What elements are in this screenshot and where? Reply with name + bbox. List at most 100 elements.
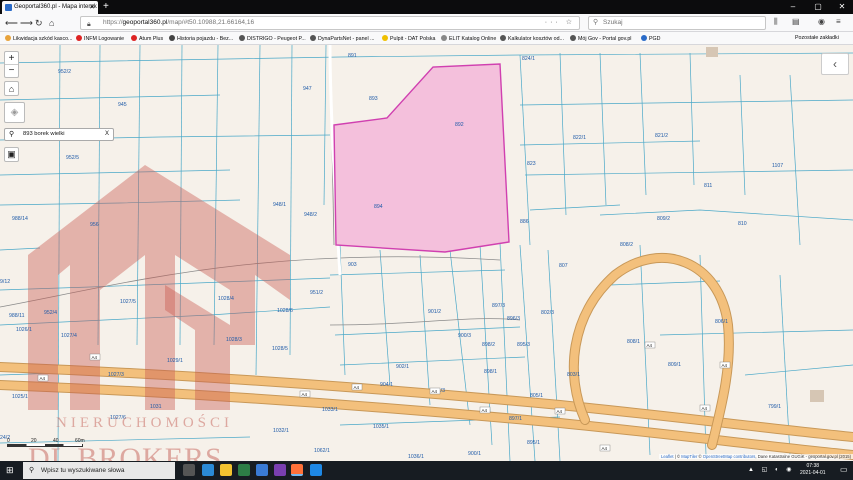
navigation-bar: ⟵ ⟶ ↻ ⌂ 🔒︎ https://geoportal360.pl/map/#… [0, 14, 853, 32]
bookmark-item[interactable]: Historia pojazdu - Bez... [169, 35, 233, 42]
bookmark-item[interactable]: Kalkulator kosztów od... [500, 35, 564, 42]
bookmark-item[interactable]: Pulpit - DAT Polska [382, 35, 435, 42]
parcel-label: 903 [348, 262, 357, 268]
taskbar-search[interactable]: ⚲ Wpisz tu wyszukiwane słowa [23, 462, 175, 479]
parcel-label: 808/2 [620, 242, 633, 248]
road-shield-label: A4 [719, 361, 731, 369]
app-icon[interactable] [256, 464, 268, 476]
parcel-label: 952/5 [66, 155, 79, 161]
lock-icon: 🔒︎ [87, 21, 91, 28]
app-icon[interactable] [238, 464, 250, 476]
map-canvas[interactable]: 891 952/2 947 945 893 824/1 892 952/5 822/1 821/2… [0, 45, 853, 461]
browser-tab[interactable]: Geoportal360.pl - Mapa interak ✕ [2, 1, 98, 14]
minimize-button[interactable]: – [781, 0, 805, 14]
parcel-label: 799/1 [768, 404, 781, 410]
url-path: /map/#t50.10988,21.66164,16 [167, 19, 255, 26]
close-window-button[interactable]: ✕ [830, 0, 853, 14]
parcel-label: 893 [369, 96, 378, 102]
bookmark-item[interactable]: INFM Logowanie [76, 35, 124, 42]
layers-button[interactable]: ◈ [4, 102, 25, 123]
road-shield-text: A4 [354, 385, 360, 390]
road-shield-label: A4 [37, 374, 49, 382]
bookmark-item[interactable]: Atum Plus [131, 35, 163, 42]
other-bookmarks[interactable]: Pozostałe zakładki [795, 35, 839, 41]
sidebar-icon[interactable]: ▤ [792, 17, 800, 26]
parcel-label: 945 [118, 102, 127, 108]
bookmark-item[interactable]: ELIT Katalog Online [441, 35, 496, 42]
road-shield-label: A4 [479, 406, 491, 414]
page-actions-icon[interactable]: ··· ☆ [545, 17, 575, 29]
highlighted-parcel[interactable] [333, 63, 510, 253]
close-tab-icon[interactable]: ✕ [89, 1, 95, 14]
road-shield-text: A4 [647, 343, 653, 348]
url-prefix: https:// [103, 19, 123, 26]
edge-new-icon[interactable] [310, 464, 322, 476]
url-domain: geoportal360.pl [122, 19, 168, 26]
road-shield-text: A4 [482, 408, 488, 413]
home-icon: ⌂ [8, 84, 15, 94]
bookmark-icon [641, 35, 647, 41]
bookmark-item[interactable]: DynaPartsNet - panel ... [310, 35, 375, 42]
scale-label: 60m [75, 438, 85, 444]
parcel-label: 952/2 [58, 69, 71, 75]
parcel-label: 896/3 [507, 316, 520, 322]
task-view-icon[interactable] [183, 464, 195, 476]
tab-title: Geoportal360.pl - Mapa interak [14, 4, 97, 10]
bookmarks-bar: Likwidacja szkód kasco... INFM Logowanie… [0, 32, 853, 45]
menu-icon[interactable]: ≡ [836, 17, 841, 26]
firefox-icon[interactable] [291, 464, 303, 476]
reload-icon[interactable]: ↻ [35, 17, 43, 29]
clock[interactable]: 07:38 2021-04-01 [800, 463, 826, 477]
map-attribution: Leaflet | © MapTiler © OpenStreetMap con… [658, 454, 853, 459]
attribution-link[interactable]: Leaflet [661, 454, 674, 459]
bookmark-item[interactable]: Mój Gov - Portal gov.pl [570, 35, 631, 42]
back-icon[interactable]: ⟵ [5, 17, 18, 29]
parcel-search-input[interactable]: ⚲ 893 borek wielki X [4, 128, 114, 141]
library-icon[interactable]: ⫼ [774, 17, 778, 27]
forward-icon[interactable]: ⟶ [20, 17, 33, 29]
notifications-icon[interactable]: ▭ [840, 465, 848, 474]
parcel-label: 807 [559, 263, 568, 269]
road-shield-text: A4 [702, 406, 708, 411]
road-shield-text: A4 [40, 376, 46, 381]
parcel-label: 895/3 [517, 342, 530, 348]
bookmark-icon [382, 35, 388, 41]
maximize-button[interactable]: ▢ [806, 0, 830, 14]
fullscreen-button[interactable]: ▣ [4, 147, 19, 162]
parcel-label: 1028/5 [272, 346, 288, 352]
browser-search-field[interactable]: ⚲ Szukaj [588, 16, 766, 30]
windows-start-icon[interactable]: ⊞ [6, 465, 17, 476]
bookmark-item[interactable]: Likwidacja szkód kasco... [5, 35, 72, 42]
search-icon: ⚲ [593, 19, 599, 26]
system-tray-icons[interactable]: ▲ ◱ ◐ ◉ [748, 466, 794, 473]
bookmark-icon [500, 35, 506, 41]
home-view-button[interactable]: ⌂ [4, 81, 19, 96]
account-icon[interactable]: ◉ [818, 17, 825, 26]
parcel-label: 948/2 [304, 212, 317, 218]
panel-toggle-button[interactable]: ‹ [821, 53, 849, 75]
zoom-in-button[interactable]: + [5, 52, 18, 65]
parcel-search-value: 893 borek wielki [23, 131, 65, 137]
app-icon[interactable] [274, 464, 286, 476]
edge-icon[interactable] [202, 464, 214, 476]
bookmark-item[interactable]: PGD [641, 35, 660, 42]
file-explorer-icon[interactable] [220, 464, 232, 476]
parcel-label: 1028/3 [226, 337, 242, 343]
home-icon[interactable]: ⌂ [49, 17, 54, 29]
parcel-label: 810 [738, 221, 747, 227]
road-shield-text: A4 [92, 355, 98, 360]
url-bar[interactable]: 🔒︎ https://geoportal360.pl/map/#t50.1098… [80, 16, 580, 30]
attribution-link[interactable]: OpenStreetMap contributors [703, 454, 756, 459]
clear-search-icon[interactable]: X [105, 129, 109, 140]
parcel-label: 956 [90, 222, 99, 228]
map-view[interactable]: 891 952/2 947 945 893 824/1 892 952/5 822/1 821/2… [0, 45, 853, 461]
parcel-label: 821/2 [655, 133, 668, 139]
attribution-link[interactable]: MapTiler [681, 454, 697, 459]
zoom-out-button[interactable]: − [5, 65, 18, 78]
parcel-label: 1036/1 [408, 454, 424, 460]
new-tab-button[interactable]: + [103, 0, 109, 14]
parcel-label: 1025/1 [12, 394, 28, 400]
bookmark-item[interactable]: DISTRIGO - Peugeot P... [239, 35, 306, 42]
parcel-label: 1027/3 [108, 372, 124, 378]
road-shield-label: A4 [429, 387, 441, 395]
